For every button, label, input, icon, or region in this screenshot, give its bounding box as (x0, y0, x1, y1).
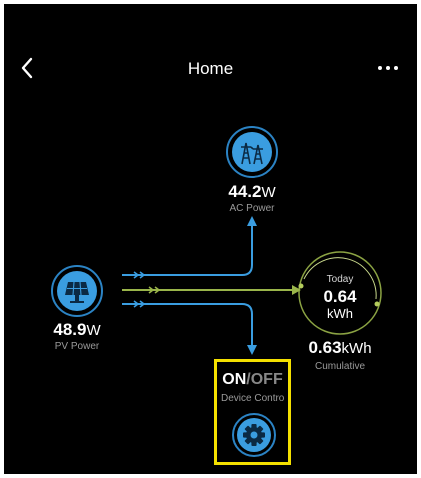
ac-power-value: 44.2W (228, 182, 276, 201)
device-control-button[interactable] (232, 413, 276, 457)
pv-power-value: 48.9W (53, 320, 101, 339)
pv-power-icon-button (51, 265, 103, 317)
gear-icon (232, 413, 276, 457)
device-control-panel: ON/OFF Device Contro (214, 359, 291, 465)
flow-line-pv-to-ac (122, 224, 253, 276)
on-off-toggle[interactable]: ON/OFF (217, 371, 288, 389)
on-label: ON (222, 371, 247, 388)
today-label: Today (326, 274, 354, 285)
app-screen: Home 44.2W AC Power 48.9W PV Power Today… (4, 4, 417, 474)
cumulative-energy-value: 0.63kWh (308, 338, 372, 357)
solar-panel-icon (65, 281, 89, 303)
today-energy-value: 0.64 (323, 287, 357, 306)
off-label: OFF (250, 371, 283, 388)
flow-arrow-up-ac (247, 216, 257, 226)
today-energy-unit: kWh (327, 306, 353, 321)
energy-flow-diagram (122, 216, 382, 355)
cumulative-label: Cumulative (314, 361, 366, 372)
flow-arrow-down-device (247, 345, 257, 355)
ac-power-label: AC Power (229, 203, 275, 214)
flow-line-pv-to-device (122, 303, 253, 347)
ac-power-icon-button (226, 126, 278, 178)
power-tower-icon (241, 142, 263, 165)
device-control-label: Device Contro (221, 393, 285, 404)
pv-power-label: PV Power (54, 341, 100, 352)
